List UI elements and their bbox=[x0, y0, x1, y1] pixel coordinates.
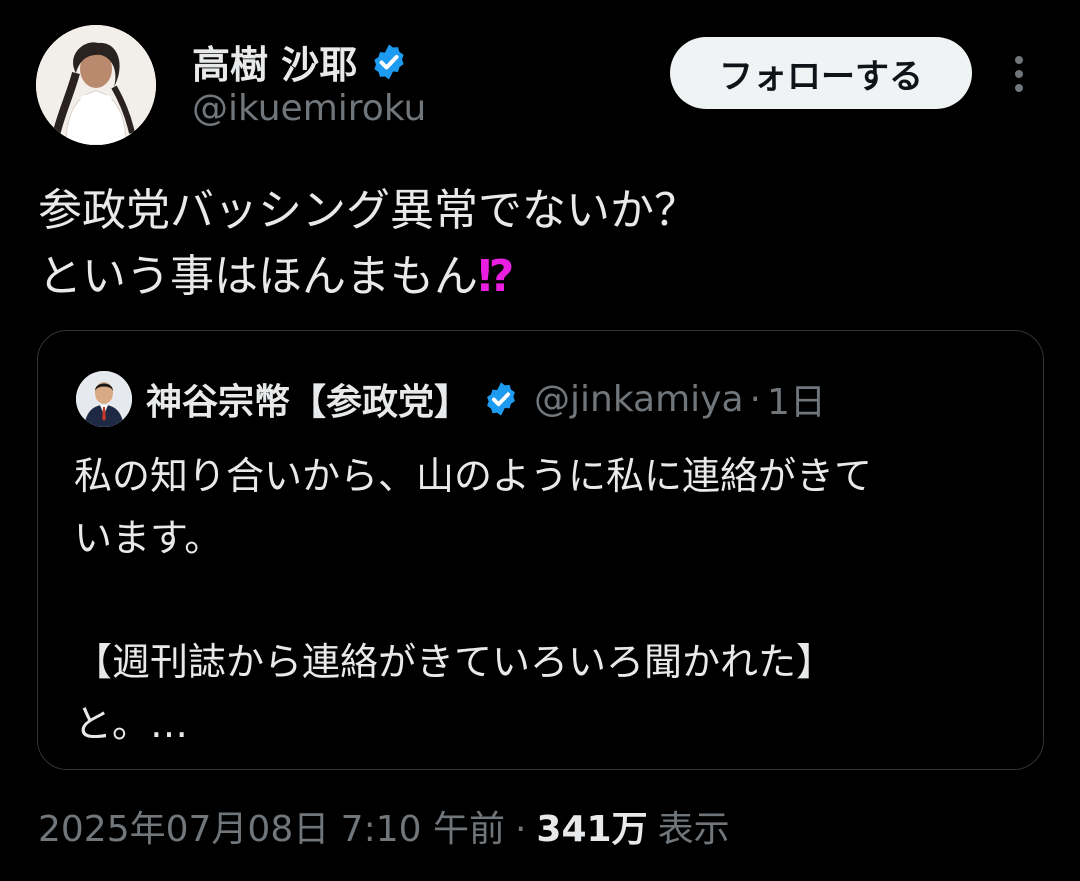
tweet-meta: 2025年07月08日 7:10 午前 · 341万 表示 bbox=[38, 800, 730, 852]
author-handle[interactable]: @ikuemiroku bbox=[192, 88, 426, 129]
more-options-icon[interactable] bbox=[1004, 52, 1034, 96]
tweet-line: という事はほんまもん⁉ bbox=[38, 244, 1038, 310]
quote-timestamp: 1日 bbox=[767, 382, 826, 423]
quote-separator: · bbox=[749, 378, 761, 420]
quote-line: と。… bbox=[74, 702, 189, 746]
author-avatar[interactable] bbox=[36, 25, 156, 145]
quote-avatar-photo bbox=[76, 371, 132, 427]
quote-author-avatar bbox=[76, 371, 132, 427]
tweet-detail: 高樹 沙耶 @ikuemiroku フォローする 参政党バッシング異常でないか？… bbox=[0, 0, 1080, 881]
tweet-line-text: という事はほんまもん bbox=[38, 251, 478, 302]
quote-text: 私の知り合いから、山のように私に連絡がきて います。 【週刊誌から連絡がきていろ… bbox=[74, 445, 1014, 755]
quote-line: 私の知り合いから、山のように私に連絡がきて bbox=[74, 454, 873, 498]
view-count: 341万 bbox=[536, 809, 648, 850]
author-name-row[interactable]: 高樹 沙耶 bbox=[192, 34, 409, 89]
more-dot bbox=[1015, 84, 1023, 92]
more-dot bbox=[1015, 70, 1023, 78]
exclamation-question-emoji: ⁉ bbox=[478, 251, 515, 302]
quote-header: 神谷宗幣【参政党】 @jinkamiya · 1日 bbox=[146, 373, 826, 425]
author-name[interactable]: 高樹 沙耶 bbox=[192, 34, 357, 89]
follow-button[interactable]: フォローする bbox=[670, 37, 972, 109]
avatar-photo bbox=[36, 25, 156, 145]
quote-verified-badge-icon bbox=[487, 382, 515, 416]
quoted-tweet-card[interactable]: 神谷宗幣【参政党】 @jinkamiya · 1日 私の知り合いから、山のように… bbox=[37, 330, 1044, 770]
more-dot bbox=[1015, 56, 1023, 64]
tweet-line: 参政党バッシング異常でないか？ bbox=[38, 185, 698, 236]
quote-author-name: 神谷宗幣【参政党】 bbox=[146, 382, 471, 423]
quote-line: 【週刊誌から連絡がきていろいろ聞かれた】 bbox=[74, 640, 835, 684]
verified-badge-icon bbox=[374, 44, 404, 79]
tweet-datetime[interactable]: 2025年07月08日 7:10 午前 bbox=[38, 800, 505, 852]
view-label: 表示 bbox=[657, 809, 730, 850]
quote-author-handle: @jinkamiya bbox=[534, 378, 744, 420]
quote-line bbox=[74, 569, 1014, 631]
meta-separator: · bbox=[514, 809, 527, 850]
tweet-text: 参政党バッシング異常でないか？ という事はほんまもん⁉ bbox=[38, 178, 1038, 310]
quote-line: います。 bbox=[74, 516, 223, 560]
